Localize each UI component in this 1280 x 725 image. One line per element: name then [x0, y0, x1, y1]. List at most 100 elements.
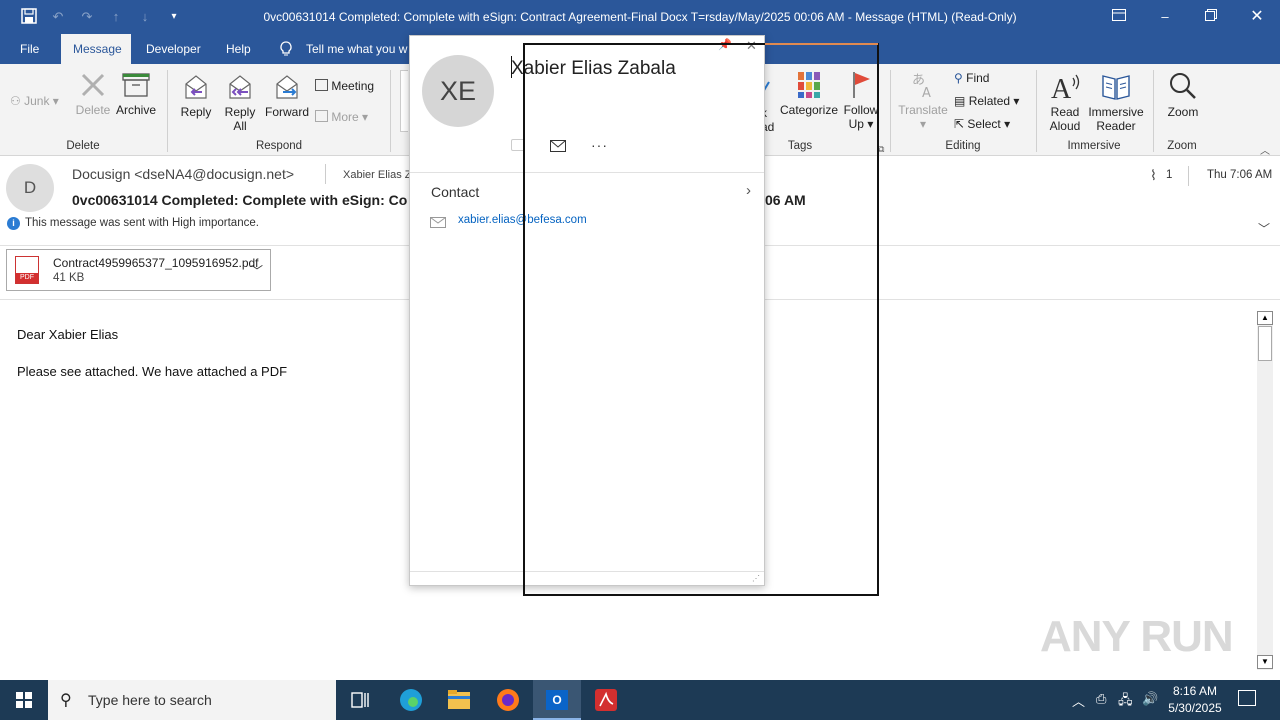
archive-button[interactable]: Archive [114, 70, 158, 117]
attachment-size: 41 KB [53, 272, 85, 284]
network-icon[interactable]: 🖧 [1118, 691, 1133, 713]
window-title: 0vc00631014 Completed: Complete with eSi… [263, 10, 1017, 24]
divider [890, 70, 891, 152]
scroll-down-icon[interactable]: ▼ [1257, 655, 1273, 669]
tab-message[interactable]: Message [61, 34, 131, 64]
search-placeholder: Type here to search [88, 692, 212, 708]
divider [1153, 70, 1154, 152]
paperclip-icon: ⌇ [1150, 167, 1157, 183]
group-delete-label: Delete [66, 140, 100, 152]
scroll-up-icon[interactable]: ▲ [1257, 311, 1273, 325]
importance-notice: This message was sent with High importan… [25, 217, 259, 229]
meeting-button[interactable]: Meeting [315, 79, 374, 93]
text-cursor [511, 56, 512, 78]
reply-button[interactable]: Reply [176, 70, 216, 119]
tell-me-search[interactable]: Tell me what you w [294, 34, 419, 64]
divider [390, 70, 391, 152]
minimize-icon[interactable]: – [1156, 8, 1174, 26]
volume-icon[interactable]: 🔊 [1142, 691, 1158, 707]
body-greeting: Dear Xabier Elias [17, 327, 119, 342]
more-icon [315, 110, 328, 122]
search-icon: ⚲ [60, 692, 72, 709]
clock-time[interactable]: 8:16 AM [1164, 684, 1226, 698]
delete-button[interactable]: Delete [74, 70, 112, 117]
edge-icon[interactable] [387, 680, 435, 720]
reply-all-button[interactable]: Reply All [220, 70, 260, 133]
find-button[interactable]: ⚲ Find [954, 71, 989, 85]
divider [325, 164, 326, 184]
forward-icon [276, 75, 298, 99]
junk-button[interactable]: ⚇ Junk ▾ [10, 94, 59, 108]
translate-button[interactable]: あA Translate ▾ [897, 70, 949, 131]
reply-all-icon [229, 75, 251, 99]
tab-developer[interactable]: Developer [134, 34, 213, 64]
calendar-icon [315, 79, 328, 91]
info-icon: i [7, 217, 20, 230]
immersive-reader-button[interactable]: Immersive Reader [1086, 70, 1146, 133]
archive-icon [122, 73, 150, 97]
tab-help[interactable]: Help [214, 34, 263, 64]
firefox-icon[interactable] [484, 680, 532, 720]
highlight-box [523, 43, 879, 596]
scrollbar[interactable]: ▲ ▼ [1257, 311, 1273, 670]
sender-address[interactable]: Docusign <dseNA4@docusign.net> [72, 166, 294, 182]
restore-icon[interactable] [1202, 8, 1220, 26]
group-editing-label: Editing [945, 140, 981, 152]
highlight-box-accent [765, 43, 878, 45]
chevron-down-icon[interactable]: ﹀ [251, 262, 263, 279]
divider [167, 70, 168, 152]
svg-text:A: A [922, 86, 931, 100]
svg-text:A: A [1051, 74, 1072, 102]
expand-header-icon[interactable]: ﹀ [1258, 220, 1270, 237]
tab-file[interactable]: File [8, 34, 51, 64]
immersive-reader-icon [1102, 75, 1130, 100]
divider [1188, 166, 1189, 186]
contact-avatar: XE [422, 55, 494, 127]
select-cursor-icon: ⇱ [954, 117, 965, 131]
quick-steps-gallery[interactable] [400, 70, 408, 132]
title-bar: ↶ ↷ ↑ ↓ ▾ 0vc00631014 Completed: Complet… [0, 0, 1280, 34]
read-aloud-button[interactable]: A Read Aloud [1044, 70, 1086, 133]
junk-icon: ⚇ [10, 94, 21, 108]
pdf-file-icon: PDF [15, 256, 39, 284]
start-windows-icon[interactable] [0, 680, 48, 720]
attachment-count: 1 [1166, 169, 1173, 181]
clock-date[interactable]: 5/30/2025 [1164, 701, 1226, 715]
zoom-icon [1170, 73, 1196, 99]
tray-device-icon[interactable]: ⎙ [1096, 691, 1106, 707]
forward-button[interactable]: Forward [264, 70, 310, 119]
translate-icon: あA [912, 73, 931, 101]
recipient-to[interactable]: Xabier Elias Z [343, 169, 411, 181]
task-view-icon[interactable] [336, 680, 384, 720]
tray-overflow-icon[interactable]: ︿ [1072, 691, 1085, 710]
file-explorer-icon[interactable] [435, 680, 483, 720]
group-respond-label: Respond [255, 140, 303, 152]
select-button[interactable]: ⇱ Select ▾ [954, 117, 1010, 131]
ribbon-display-icon[interactable] [1110, 8, 1128, 26]
zoom-button[interactable]: Zoom [1160, 70, 1206, 119]
close-icon[interactable]: ✕ [1248, 8, 1266, 26]
related-icon: ▤ [954, 94, 966, 108]
watermark: ANY RUN [1040, 612, 1234, 661]
notification-center-icon[interactable] [1238, 690, 1256, 706]
sender-avatar[interactable]: D [6, 164, 54, 212]
attachment-item[interactable]: PDF Contract4959965377_1095916952.pdf 41… [6, 249, 271, 291]
delete-icon [81, 73, 105, 97]
scrollbar-thumb[interactable] [1258, 326, 1272, 361]
more-respond-button[interactable]: More ▾ [315, 110, 368, 124]
mail-small-icon [430, 215, 446, 233]
divider [1036, 70, 1037, 152]
taskbar-search-box[interactable]: ⚲ Type here to search [48, 680, 336, 720]
message-subject: 0vc00631014 Completed: Complete with eSi… [72, 192, 408, 208]
message-date: Thu 7:06 AM [1207, 169, 1273, 181]
find-icon: ⚲ [954, 71, 963, 85]
body-line: Please see attached. We have attached a … [17, 364, 288, 379]
related-button[interactable]: ▤ Related ▾ [954, 94, 1019, 108]
contact-section-title[interactable]: Contact [431, 184, 479, 200]
taskbar: ⚲ Type here to search O ︿ ⎙ 🖧 🔊 8:16 AM … [0, 680, 1280, 720]
attachment-name: Contract4959965377_1095916952.pdf [53, 256, 259, 270]
group-zoom-label: Zoom [1167, 140, 1197, 152]
outlook-taskbar-icon[interactable]: O [533, 680, 581, 720]
acrobat-icon[interactable] [582, 680, 630, 720]
collapse-ribbon-icon[interactable]: ︿ [1260, 142, 1270, 157]
